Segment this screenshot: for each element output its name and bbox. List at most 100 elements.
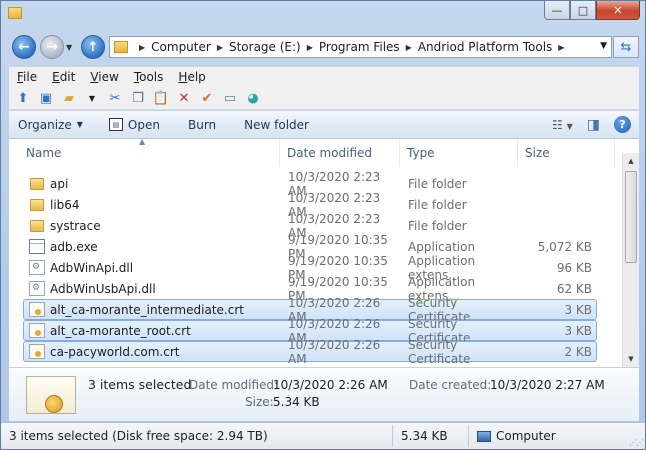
- file-size: 62 KB: [556, 281, 592, 296]
- arrow-right-icon: →: [46, 39, 58, 55]
- chevron-right-icon[interactable]: ▶: [139, 43, 145, 52]
- open-button[interactable]: ▤ Open: [100, 118, 169, 132]
- view-options-button[interactable]: ☷ ▼: [552, 118, 573, 132]
- cut-icon[interactable]: ✂: [107, 90, 123, 106]
- date-modified-value: 10/3/2020 2:26 AM: [273, 378, 388, 392]
- folder-options-icon[interactable]: ▰: [61, 90, 77, 106]
- copy-icon[interactable]: ❐: [130, 90, 146, 106]
- preview-pane-icon[interactable]: ◨: [587, 117, 600, 133]
- chevron-right-icon[interactable]: ▶: [307, 43, 313, 52]
- menu-file[interactable]: File: [9, 70, 44, 84]
- up-button[interactable]: ↑: [81, 35, 105, 59]
- chevron-right-icon[interactable]: ▶: [406, 43, 412, 52]
- scroll-down-icon[interactable]: ▼: [623, 351, 639, 367]
- menu-edit[interactable]: Edit: [44, 70, 82, 84]
- status-size: 5.34 KB: [393, 425, 469, 447]
- chevron-right-icon[interactable]: ▶: [558, 43, 564, 52]
- refresh-button[interactable]: ⇆: [613, 36, 639, 58]
- resize-grip-icon[interactable]: ⋰⋰: [629, 438, 644, 447]
- file-size: 3 KB: [564, 302, 592, 317]
- file-name-cell: adb.exe: [9, 239, 280, 254]
- exe-icon: [29, 239, 45, 254]
- folders-pane-icon[interactable]: ▣: [38, 90, 54, 106]
- file-name-cell: alt_ca-morante_root.crt: [24, 323, 280, 338]
- folder-icon: [30, 177, 44, 190]
- folder-icon: [114, 41, 128, 53]
- file-name: adb.exe: [50, 239, 98, 254]
- view-controls: ☷ ▼ ◨ ?: [552, 116, 631, 133]
- explorer-window: — □ ✕ ← → ▼ ↑ ▶ Computer ▶ Storage (E:) …: [0, 0, 646, 450]
- scroll-up-icon[interactable]: ▲: [623, 153, 639, 169]
- menu-tools[interactable]: Tools: [126, 70, 171, 84]
- network-icon[interactable]: ◕: [245, 90, 261, 106]
- scroll-thumb[interactable]: [625, 171, 637, 263]
- column-type[interactable]: Type: [400, 139, 518, 167]
- burn-button[interactable]: Burn: [179, 118, 225, 132]
- file-row[interactable]: ca-pacyworld.com.crt 10/3/2020 2:26 AM Sec…: [23, 338, 597, 366]
- sort-up-icon: ▲: [139, 139, 146, 146]
- column-size[interactable]: Size: [518, 139, 615, 167]
- delete-icon[interactable]: ✕: [176, 90, 192, 106]
- breadcrumb-platform-tools[interactable]: Andriod Platform Tools: [418, 40, 552, 54]
- status-selection: 3 items selected (Disk free space: 2.94 …: [1, 425, 393, 447]
- chevron-down-icon[interactable]: ▼: [600, 41, 607, 51]
- file-name: AdbWinUsbApi.dll: [50, 281, 156, 296]
- status-bar: 3 items selected (Disk free space: 2.94 …: [1, 422, 645, 449]
- folder-icon: [30, 219, 44, 232]
- file-size: 96 KB: [556, 260, 592, 275]
- date-modified-label: Date modified:: [189, 378, 279, 392]
- rows: api 10/3/2020 2:23 AM File folder lib64 10/3…: [9, 170, 623, 366]
- breadcrumb-program-files[interactable]: Program Files: [319, 40, 400, 54]
- refresh-icon: ⇆: [620, 39, 632, 55]
- computer-icon: [477, 430, 491, 442]
- chevron-right-icon[interactable]: ▶: [217, 43, 223, 52]
- back-button[interactable]: ←: [12, 35, 36, 59]
- file-list: ▲ Name Date modified Type Size api 10/3/2…: [9, 139, 639, 367]
- file-name: ca-pacyworld.com.crt: [50, 344, 180, 359]
- status-location: Computer: [469, 425, 556, 447]
- chevron-down-icon[interactable]: ▼: [84, 90, 100, 106]
- new-folder-button[interactable]: New folder: [235, 118, 318, 132]
- chevron-down-icon: ▼: [566, 121, 573, 131]
- arrow-up-icon: ↑: [87, 39, 99, 55]
- paste-icon[interactable]: 📋: [153, 90, 169, 106]
- folder-icon: [8, 7, 22, 19]
- close-button[interactable]: ✕: [596, 1, 640, 20]
- properties-icon[interactable]: ▭: [222, 90, 238, 106]
- legacy-toolbar: ⬆ ▣ ▰ ▼ ✂ ❐ 📋 ✕ ✔ ▭ ◕: [9, 87, 639, 110]
- organize-button[interactable]: Organize ▼: [9, 118, 92, 132]
- column-header: ▲ Name Date modified Type Size: [9, 139, 623, 167]
- date-created-label: Date created:: [409, 378, 492, 392]
- chevron-down-icon: ▼: [76, 120, 83, 129]
- arrow-left-icon: ←: [18, 39, 30, 55]
- folder-icon: [30, 198, 44, 211]
- recent-pages-button[interactable]: ▼: [66, 43, 72, 52]
- file-name-cell: systrace: [9, 219, 280, 233]
- file-size: 3 KB: [564, 323, 592, 338]
- file-name: lib64: [50, 197, 80, 212]
- forward-button[interactable]: →: [40, 35, 64, 59]
- file-size: 2 KB: [564, 344, 592, 359]
- menu-help[interactable]: Help: [170, 70, 212, 84]
- file-type: Security Certificate: [408, 337, 471, 366]
- help-icon[interactable]: ?: [614, 116, 631, 133]
- up-folder-icon[interactable]: ⬆: [15, 90, 31, 106]
- file-size: 5,072 KB: [537, 239, 592, 254]
- column-date[interactable]: Date modified: [280, 139, 400, 167]
- minimize-button[interactable]: —: [544, 1, 570, 20]
- maximize-button[interactable]: □: [570, 1, 596, 20]
- checkmark-icon[interactable]: ✔: [199, 90, 215, 106]
- date-created-value: 10/3/2020 2:27 AM: [490, 378, 605, 392]
- file-date: 10/3/2020 2:26 AM: [288, 337, 381, 366]
- menu-view[interactable]: View: [82, 70, 125, 84]
- breadcrumb-storage[interactable]: Storage (E:): [229, 40, 301, 54]
- address-bar[interactable]: ▶ Computer ▶ Storage (E:) ▶ Program File…: [109, 36, 612, 58]
- column-name-label: Name: [26, 146, 62, 160]
- breadcrumb-computer[interactable]: Computer: [151, 40, 211, 54]
- column-name[interactable]: ▲ Name: [9, 139, 280, 167]
- vertical-scrollbar[interactable]: ▲ ▼: [622, 153, 639, 367]
- organize-label: Organize: [18, 117, 72, 132]
- file-name-cell: alt_ca-morante_intermediate.crt: [24, 302, 280, 317]
- size-label: Size:: [245, 395, 274, 409]
- file-name-cell: api: [9, 177, 280, 191]
